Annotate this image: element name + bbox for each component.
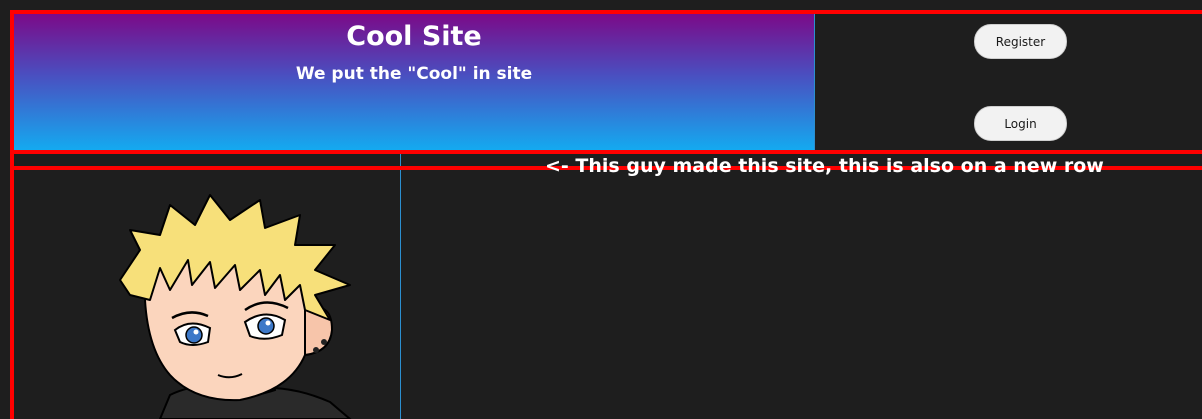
page: Cool Site We put the "Cool" in site Regi… [0,0,1202,419]
creator-caption: <- This guy made this site, this is also… [545,155,1104,177]
register-button[interactable]: Register [974,24,1067,59]
login-button[interactable]: Login [974,106,1067,141]
site-subtitle: We put the "Cool" in site [295,64,533,84]
creator-avatar [100,190,380,419]
content-column-divider [400,154,401,419]
hero-banner: Cool Site We put the "Cool" in site [14,14,814,150]
site-title: Cool Site [346,21,482,52]
anime-portrait-icon [119,194,352,419]
row-outline-left [10,150,14,419]
auth-panel: Register Login [815,14,1202,150]
header-row: Cool Site We put the "Cool" in site Regi… [10,10,1202,150]
